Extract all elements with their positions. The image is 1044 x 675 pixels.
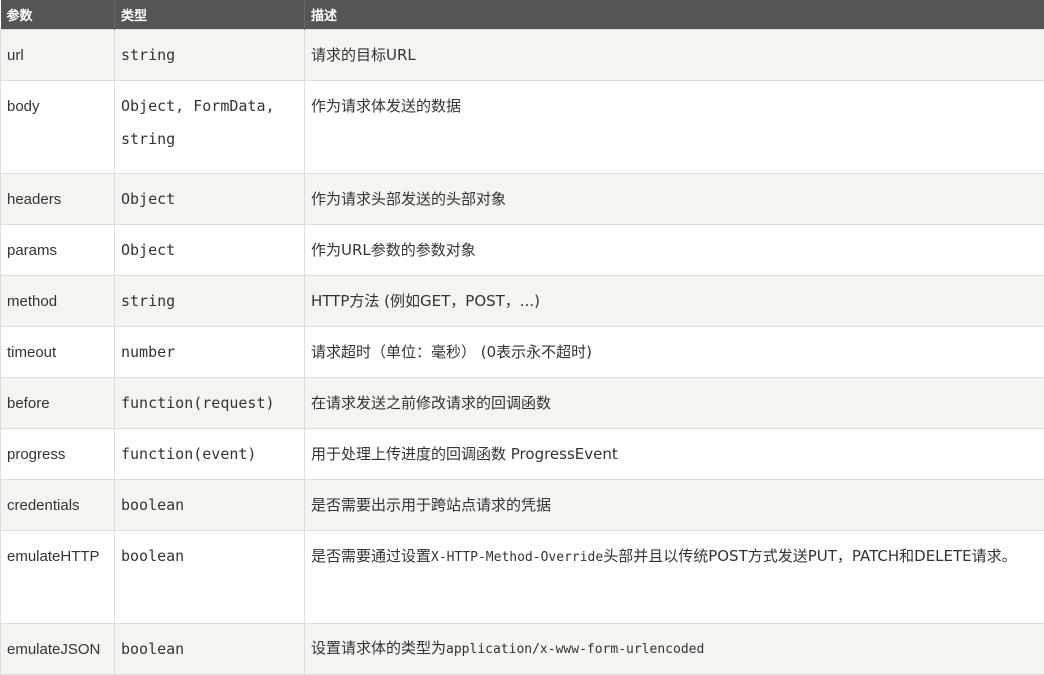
param-type: boolean: [115, 624, 305, 675]
param-name: progress: [1, 429, 115, 480]
table-body: url string 请求的目标URL body Object, FormDat…: [1, 30, 1044, 675]
table-row: method string HTTP方法 (例如GET，POST，...): [1, 276, 1044, 327]
param-desc: HTTP方法 (例如GET，POST，...): [305, 276, 1044, 327]
table-row: progress function(event) 用于处理上传进度的回调函数 P…: [1, 429, 1044, 480]
param-name: timeout: [1, 327, 115, 378]
param-name: method: [1, 276, 115, 327]
header-desc: 描述: [305, 0, 1044, 30]
param-desc: 作为请求体发送的数据: [305, 81, 1044, 174]
header-param: 参数: [1, 0, 115, 30]
param-type: string: [115, 276, 305, 327]
param-desc: 作为URL参数的参数对象: [305, 225, 1044, 276]
param-name: before: [1, 378, 115, 429]
param-desc: 请求超时（单位：毫秒） (0表示永不超时): [305, 327, 1044, 378]
table-row: before function(request) 在请求发送之前修改请求的回调函…: [1, 378, 1044, 429]
table-header: 参数 类型 描述: [1, 0, 1044, 30]
table-row: url string 请求的目标URL: [1, 30, 1044, 81]
desc-code: X-HTTP-Method-Override: [431, 550, 603, 565]
param-type: Object: [115, 225, 305, 276]
param-desc: 用于处理上传进度的回调函数 ProgressEvent: [305, 429, 1044, 480]
param-type: string: [115, 30, 305, 81]
param-name: headers: [1, 174, 115, 225]
desc-code: application/x-www-form-urlencoded: [446, 642, 704, 657]
table-row: timeout number 请求超时（单位：毫秒） (0表示永不超时): [1, 327, 1044, 378]
desc-text: 是否需要通过设置: [311, 547, 431, 565]
desc-text: 头部并且以传统POST方式发送PUT，PATCH和DELETE请求。: [603, 547, 1016, 565]
table-row: headers Object 作为请求头部发送的头部对象: [1, 174, 1044, 225]
param-type: boolean: [115, 531, 305, 624]
header-row: 参数 类型 描述: [1, 0, 1044, 30]
table-row: body Object, FormData, string 作为请求体发送的数据: [1, 81, 1044, 174]
header-type: 类型: [115, 0, 305, 30]
param-name: emulateJSON: [1, 624, 115, 675]
param-type: Object: [115, 174, 305, 225]
param-desc: 在请求发送之前修改请求的回调函数: [305, 378, 1044, 429]
param-desc: 是否需要出示用于跨站点请求的凭据: [305, 480, 1044, 531]
param-name: url: [1, 30, 115, 81]
table-row: emulateHTTP boolean 是否需要通过设置X-HTTP-Metho…: [1, 531, 1044, 624]
param-name: params: [1, 225, 115, 276]
param-type: boolean: [115, 480, 305, 531]
param-desc: 作为请求头部发送的头部对象: [305, 174, 1044, 225]
params-table: 参数 类型 描述 url string 请求的目标URL body Object…: [0, 0, 1044, 675]
param-name: body: [1, 81, 115, 174]
param-desc: 设置请求体的类型为application/x-www-form-urlencod…: [305, 624, 1044, 675]
param-name: credentials: [1, 480, 115, 531]
param-type: function(event): [115, 429, 305, 480]
param-name: emulateHTTP: [1, 531, 115, 624]
table-row: emulateJSON boolean 设置请求体的类型为application…: [1, 624, 1044, 675]
table-row: params Object 作为URL参数的参数对象: [1, 225, 1044, 276]
param-type: function(request): [115, 378, 305, 429]
table-row: credentials boolean 是否需要出示用于跨站点请求的凭据: [1, 480, 1044, 531]
param-desc: 是否需要通过设置X-HTTP-Method-Override头部并且以传统POS…: [305, 531, 1044, 624]
param-type: number: [115, 327, 305, 378]
desc-text: 设置请求体的类型为: [311, 639, 446, 657]
param-desc: 请求的目标URL: [305, 30, 1044, 81]
param-type: Object, FormData, string: [115, 81, 305, 174]
